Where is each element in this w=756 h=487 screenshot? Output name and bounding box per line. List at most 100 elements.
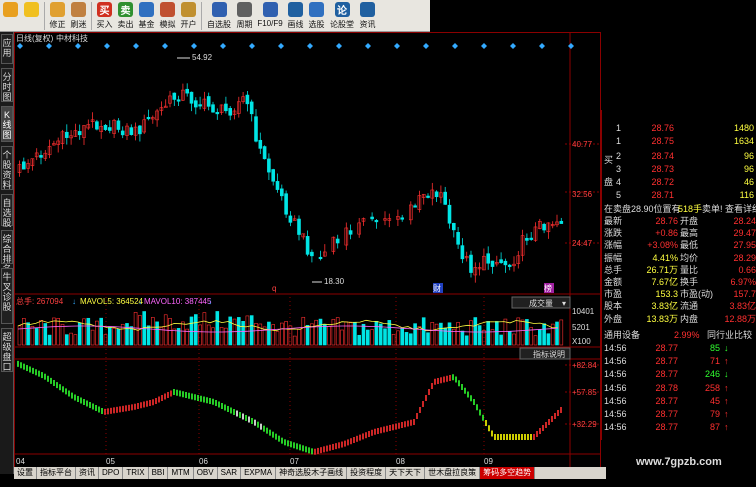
indicator-tab-12[interactable]: 天下天下 [386,467,426,479]
buy-side-label: 买 [604,155,614,165]
toolbar-button-4[interactable]: 买买入 [94,0,115,32]
event-diamond-icon[interactable] [278,43,284,49]
lock-icon [181,2,196,17]
event-diamond-icon[interactable] [46,43,52,49]
event-diamond-icon[interactable] [104,43,110,49]
toolbar-button-13[interactable]: 选股 [306,0,327,32]
price-label-1: 40.77 [572,140,593,149]
toolbar-button-2[interactable]: 修正 [47,0,68,32]
candle-body [305,236,310,255]
event-diamond-icon[interactable] [307,43,313,49]
candle-body [348,230,353,235]
volume-bar [507,331,512,346]
toolbar-button-5[interactable]: 卖卖出 [115,0,136,32]
indicator-scale-2: +57.85 [572,388,597,397]
indicator-tab-13[interactable]: 世木盘拉良策 [425,467,481,479]
toolbar-button-14[interactable]: 论论股堂 [327,0,357,32]
volume-scale-unit: X100 [572,337,591,346]
industry-change: 2.99% [674,330,700,340]
industry-tab[interactable]: 通用设备 [604,329,640,341]
volume-bar [249,315,254,346]
chart-canvas[interactable]: 日线(复权) 中材科技 54.92 18.30 40.77 32.56 24.47 q 财 榜总手… [14,32,601,474]
event-diamond-icon[interactable] [481,43,487,49]
indicator-tab-11[interactable]: 投资程度 [347,467,387,479]
volume-bar [39,320,43,346]
candle-body [206,96,211,107]
event-diamond-icon[interactable] [75,43,81,49]
left-tab-0[interactable]: 应用 [1,34,13,64]
indicator-tab-0[interactable]: 设置 [14,467,37,479]
event-diamond-icon[interactable] [394,43,400,49]
quote-value: 157.7 [733,289,756,300]
toolbar-button-7[interactable]: 模拟 [157,0,178,32]
event-diamond-icon[interactable] [162,43,168,49]
volume-bar [82,318,86,346]
tick-price: 28.77 [655,356,678,367]
order-alert-link[interactable]: 卖单! 查看详细 [702,203,756,215]
home-button[interactable] [0,0,21,32]
indicator-tab-6[interactable]: MTM [168,467,194,479]
event-diamond-icon[interactable] [568,43,574,49]
toolbar-button-11[interactable]: F10/F9 [255,0,285,32]
tick-row: 14:56 28.77 87 ↑ [602,421,756,433]
volume-bar [499,334,503,346]
left-tab-4[interactable]: 自选股 [1,194,13,228]
back-arrow-button[interactable] [21,0,42,32]
event-diamond-icon[interactable] [423,43,429,49]
indicator-tab-14[interactable]: 筹码多空趋势 [480,467,536,479]
quote-value: 28.29 [733,252,756,263]
candle-body [39,155,43,158]
left-tab-2[interactable]: K线图 [1,106,13,142]
candle-body [529,237,534,240]
indicator-tab-5[interactable]: BBI [149,467,169,479]
left-tab-1[interactable]: 分时图 [1,68,13,102]
event-diamond-icon[interactable] [191,43,197,49]
toolbar-button-10[interactable]: 周期 [234,0,255,32]
candle-body [215,112,220,115]
event-diamond-icon[interactable] [133,43,139,49]
volume-bar [297,328,301,346]
event-diamond-icon[interactable] [17,43,23,49]
kline-chart-area[interactable]: 日线(复权) 中材科技 54.92 18.30 40.77 32.56 24.47 q 财 榜总手… [14,32,601,474]
quote-value: 3.83亿 [729,301,756,312]
indicator-tab-3[interactable]: DPO [99,467,124,479]
toolbar-button-15[interactable]: 资讯 [357,0,378,32]
draw-icon [288,2,303,17]
peer-compare-tab[interactable]: 同行业比较 [707,329,752,341]
indicator-tab-8[interactable]: SAR [218,467,242,479]
indicator-tab-10[interactable]: 神奇选股木子画线 [276,467,348,479]
event-diamond-icon[interactable] [510,43,516,49]
volume-bar [314,319,319,346]
candle-body [245,94,250,105]
indicator-tab-9[interactable]: EXPMA [241,467,277,479]
mavol5-label: MAVOL5: 364524 [80,297,144,306]
toolbar-button-8[interactable]: 开户 [178,0,199,32]
toolbar-button-3[interactable]: 刷迷 [68,0,89,32]
indicator-tab-1[interactable]: 指标平台 [37,467,76,479]
event-diamond-icon[interactable] [220,43,226,49]
event-diamond-icon[interactable] [249,43,255,49]
event-diamond-icon[interactable] [365,43,371,49]
event-diamond-icon[interactable] [336,43,342,49]
volume-bar [275,331,280,346]
candle-body [254,116,258,142]
volume-bar [464,335,469,346]
toolbar-button-12[interactable]: 画线 [285,0,306,32]
toolbar-separator [44,2,45,30]
left-tab-3[interactable]: 个股资料 [1,146,13,190]
candle-body [460,245,465,260]
left-tab-6[interactable]: 牛叉诊股 [1,268,13,324]
indicator-tab-4[interactable]: TRIX [123,467,149,479]
volume-bar [340,329,344,346]
quote-value: 3.83亿 [651,301,678,312]
event-diamond-icon[interactable] [539,43,545,49]
toolbar-button-9[interactable]: 自选股 [204,0,234,32]
left-tab-5[interactable]: 综合排名 [1,230,13,274]
candle-body [297,218,301,235]
event-diamond-icon[interactable] [452,43,458,49]
indicator-tab-7[interactable]: OBV [194,467,218,479]
left-tab-7[interactable]: 超级盘口 [1,328,13,372]
volume-bar [168,318,172,346]
indicator-tab-2[interactable]: 资讯 [76,467,99,479]
toolbar-button-6[interactable]: 基金 [136,0,157,32]
